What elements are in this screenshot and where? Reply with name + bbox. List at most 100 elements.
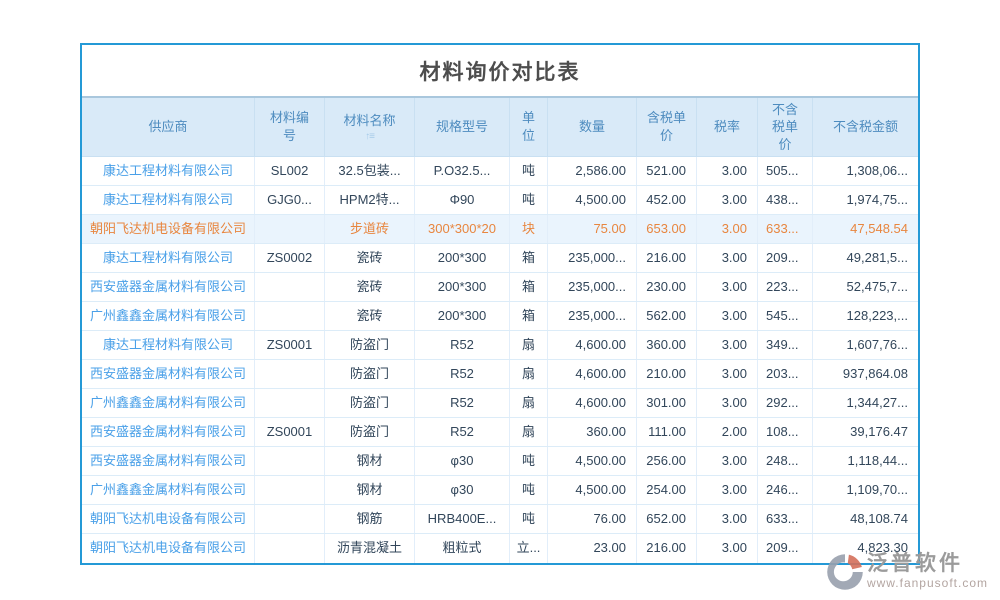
- brand-name: 泛普软件: [867, 552, 963, 576]
- cell-price_no_tax: 349...: [758, 331, 813, 359]
- cell-qty: 4,600.00: [548, 331, 637, 359]
- table-row[interactable]: 朝阳飞达机电设备有限公司步道砖300*300*20块75.00653.003.0…: [82, 215, 918, 244]
- cell-supplier[interactable]: 康达工程材料有限公司: [82, 244, 255, 272]
- cell-price_no_tax: 438...: [758, 186, 813, 214]
- cell-price_tax: 111.00: [637, 418, 697, 446]
- table-row[interactable]: 康达工程材料有限公司GJG0...HPM2特...Φ90吨4,500.00452…: [82, 186, 918, 215]
- column-header-spec[interactable]: 规格型号: [415, 98, 510, 156]
- column-header-amount_no_tax[interactable]: 不含税金额: [813, 98, 918, 156]
- cell-amount_no_tax: 52,475,7...: [813, 273, 918, 301]
- cell-price_no_tax: 203...: [758, 360, 813, 388]
- table-row[interactable]: 广州鑫鑫金属材料有限公司瓷砖200*300箱235,000...562.003.…: [82, 302, 918, 331]
- table-row[interactable]: 朝阳飞达机电设备有限公司沥青混凝土粗粒式立...23.00216.003.002…: [82, 534, 918, 563]
- cell-price_tax: 210.00: [637, 360, 697, 388]
- cell-qty: 75.00: [548, 215, 637, 243]
- cell-spec: R52: [415, 360, 510, 388]
- cell-supplier[interactable]: 朝阳飞达机电设备有限公司: [82, 534, 255, 563]
- cell-unit: 吨: [510, 186, 548, 214]
- table-row[interactable]: 康达工程材料有限公司SL00232.5包装...P.O32.5...吨2,586…: [82, 157, 918, 186]
- cell-name: 钢材: [325, 476, 415, 504]
- column-header-qty[interactable]: 数量: [548, 98, 637, 156]
- cell-spec: 300*300*20: [415, 215, 510, 243]
- cell-code: [255, 215, 325, 243]
- cell-price_no_tax: 108...: [758, 418, 813, 446]
- cell-unit: 吨: [510, 505, 548, 533]
- cell-qty: 235,000...: [548, 244, 637, 272]
- cell-unit: 箱: [510, 273, 548, 301]
- cell-name: 防盗门: [325, 331, 415, 359]
- table-row[interactable]: 朝阳飞达机电设备有限公司钢筋HRB400E...吨76.00652.003.00…: [82, 505, 918, 534]
- cell-amount_no_tax: 39,176.47: [813, 418, 918, 446]
- column-header-label: 含税单价: [643, 109, 690, 144]
- cell-price_no_tax: 209...: [758, 534, 813, 563]
- cell-code: [255, 476, 325, 504]
- cell-supplier[interactable]: 康达工程材料有限公司: [82, 186, 255, 214]
- cell-qty: 4,600.00: [548, 360, 637, 388]
- cell-supplier[interactable]: 西安盛器金属材料有限公司: [82, 447, 255, 475]
- cell-price_tax: 256.00: [637, 447, 697, 475]
- column-header-supplier[interactable]: 供应商: [82, 98, 255, 156]
- table-row[interactable]: 西安盛器金属材料有限公司钢材φ30吨4,500.00256.003.00248.…: [82, 447, 918, 476]
- cell-qty: 360.00: [548, 418, 637, 446]
- cell-tax_rate: 3.00: [697, 505, 758, 533]
- cell-price_tax: 562.00: [637, 302, 697, 330]
- cell-supplier[interactable]: 广州鑫鑫金属材料有限公司: [82, 389, 255, 417]
- column-header-price_no_tax[interactable]: 不含税单价: [758, 98, 813, 156]
- cell-price_tax: 254.00: [637, 476, 697, 504]
- cell-supplier[interactable]: 西安盛器金属材料有限公司: [82, 418, 255, 446]
- cell-supplier[interactable]: 西安盛器金属材料有限公司: [82, 273, 255, 301]
- cell-spec: HRB400E...: [415, 505, 510, 533]
- cell-amount_no_tax: 1,109,70...: [813, 476, 918, 504]
- cell-supplier[interactable]: 朝阳飞达机电设备有限公司: [82, 505, 255, 533]
- column-header-unit[interactable]: 单位: [510, 98, 548, 156]
- cell-code: [255, 534, 325, 563]
- column-header-price_tax[interactable]: 含税单价: [637, 98, 697, 156]
- cell-code: [255, 389, 325, 417]
- brand-watermark: 泛普软件 www.fanpusoft.com: [825, 552, 988, 592]
- column-header-code[interactable]: 材料编号: [255, 98, 325, 156]
- cell-qty: 235,000...: [548, 302, 637, 330]
- sort-asc-icon[interactable]: ↑≡: [365, 132, 374, 142]
- cell-name: 防盗门: [325, 389, 415, 417]
- cell-name: 钢筋: [325, 505, 415, 533]
- cell-price_tax: 216.00: [637, 244, 697, 272]
- cell-spec: P.O32.5...: [415, 157, 510, 185]
- table-row[interactable]: 广州鑫鑫金属材料有限公司钢材φ30吨4,500.00254.003.00246.…: [82, 476, 918, 505]
- column-header-name[interactable]: 材料名称 ↑≡: [325, 98, 415, 156]
- column-header-label: 不含税单价: [769, 101, 801, 154]
- cell-supplier[interactable]: 西安盛器金属材料有限公司: [82, 360, 255, 388]
- brand-text-block: 泛普软件 www.fanpusoft.com: [867, 552, 988, 590]
- column-header-tax_rate[interactable]: 税率: [697, 98, 758, 156]
- cell-name: 钢材: [325, 447, 415, 475]
- cell-code: SL002: [255, 157, 325, 185]
- cell-name: 瓷砖: [325, 273, 415, 301]
- cell-spec: R52: [415, 389, 510, 417]
- cell-supplier[interactable]: 朝阳飞达机电设备有限公司: [82, 215, 255, 243]
- cell-unit: 扇: [510, 331, 548, 359]
- cell-code: [255, 360, 325, 388]
- table-row[interactable]: 西安盛器金属材料有限公司防盗门R52扇4,600.00210.003.00203…: [82, 360, 918, 389]
- cell-supplier[interactable]: 广州鑫鑫金属材料有限公司: [82, 476, 255, 504]
- cell-amount_no_tax: 47,548.54: [813, 215, 918, 243]
- cell-supplier[interactable]: 康达工程材料有限公司: [82, 331, 255, 359]
- cell-tax_rate: 3.00: [697, 447, 758, 475]
- cell-supplier[interactable]: 康达工程材料有限公司: [82, 157, 255, 185]
- table-row[interactable]: 康达工程材料有限公司ZS0001防盗门R52扇4,600.00360.003.0…: [82, 331, 918, 360]
- cell-spec: R52: [415, 418, 510, 446]
- cell-price_no_tax: 545...: [758, 302, 813, 330]
- cell-tax_rate: 3.00: [697, 215, 758, 243]
- cell-price_no_tax: 248...: [758, 447, 813, 475]
- cell-qty: 2,586.00: [548, 157, 637, 185]
- table-row[interactable]: 西安盛器金属材料有限公司瓷砖200*300箱235,000...230.003.…: [82, 273, 918, 302]
- cell-amount_no_tax: 49,281,5...: [813, 244, 918, 272]
- table-row[interactable]: 康达工程材料有限公司ZS0002瓷砖200*300箱235,000...216.…: [82, 244, 918, 273]
- cell-supplier[interactable]: 广州鑫鑫金属材料有限公司: [82, 302, 255, 330]
- cell-name: 防盗门: [325, 418, 415, 446]
- table-row[interactable]: 广州鑫鑫金属材料有限公司防盗门R52扇4,600.00301.003.00292…: [82, 389, 918, 418]
- cell-unit: 扇: [510, 418, 548, 446]
- column-header-label: 材料名称: [343, 112, 395, 130]
- cell-code: [255, 302, 325, 330]
- cell-qty: 4,500.00: [548, 447, 637, 475]
- table-row[interactable]: 西安盛器金属材料有限公司ZS0001防盗门R52扇360.00111.002.0…: [82, 418, 918, 447]
- cell-code: [255, 447, 325, 475]
